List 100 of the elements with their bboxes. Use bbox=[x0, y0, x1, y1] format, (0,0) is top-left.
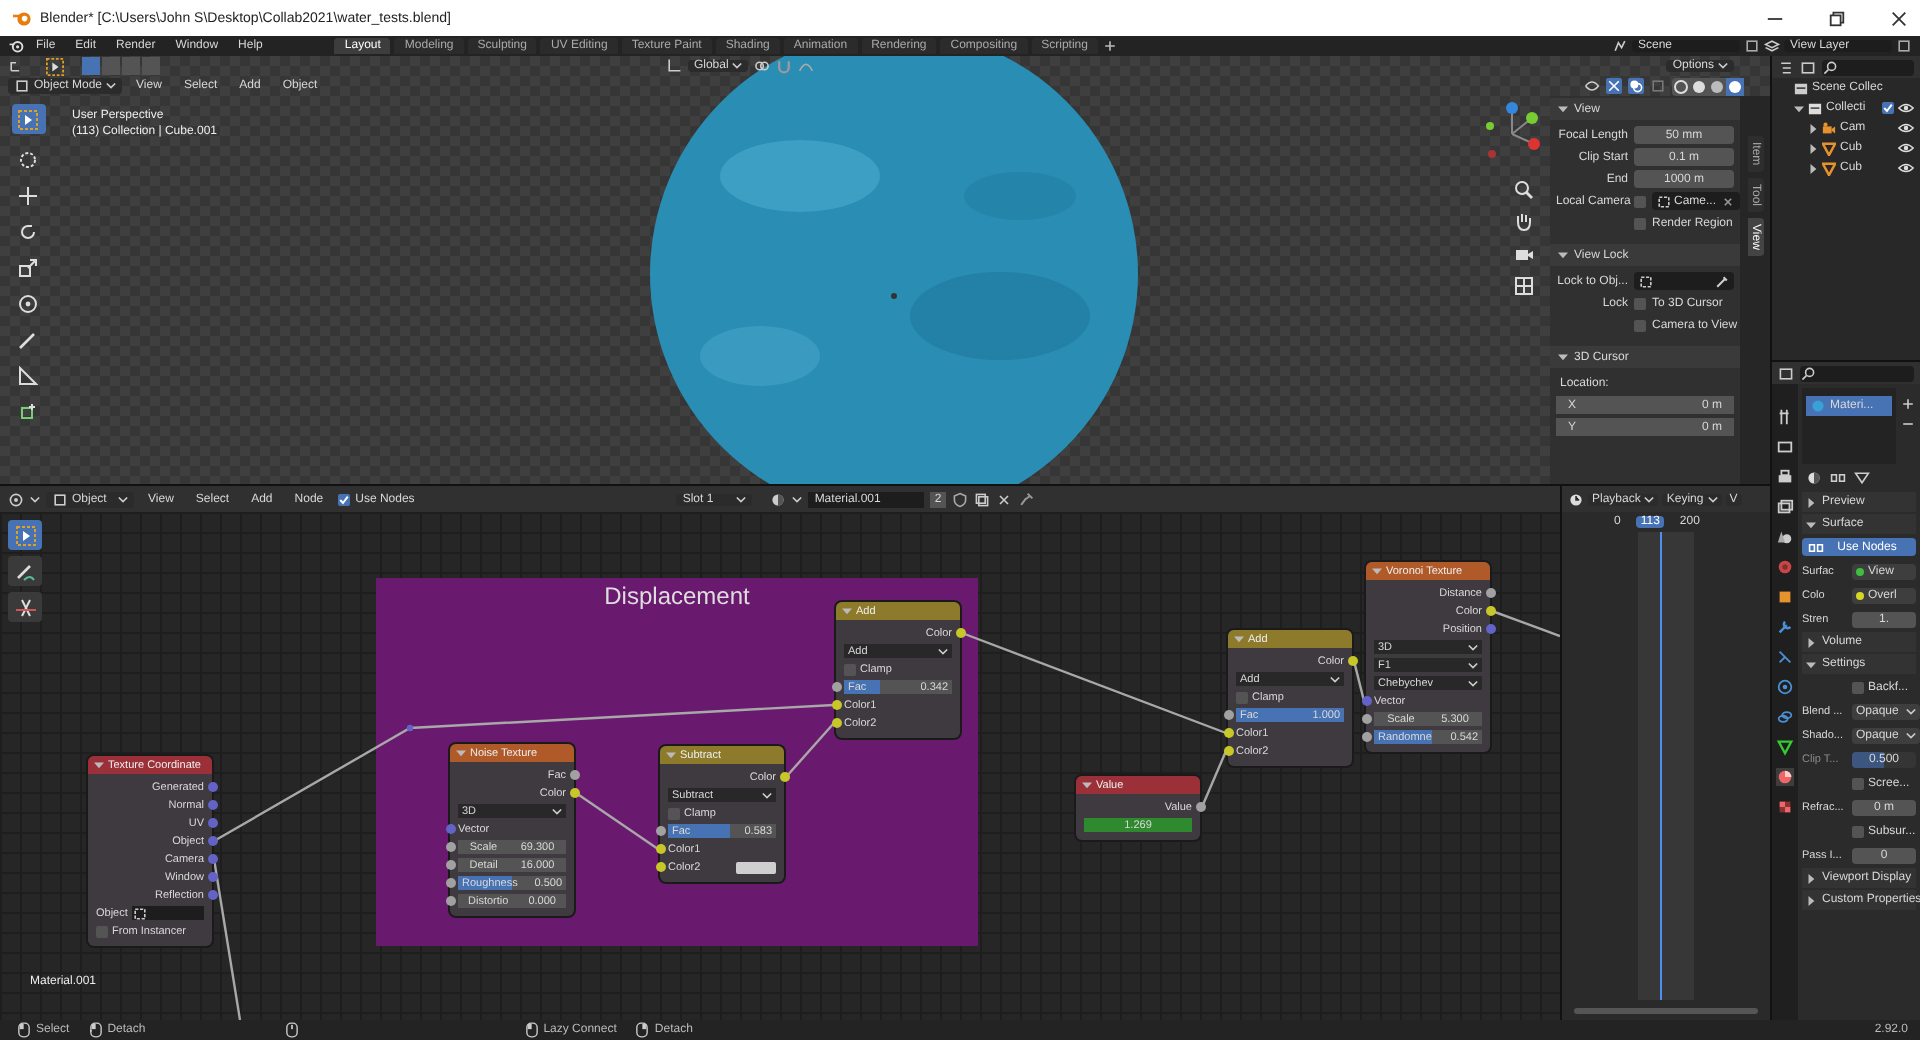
eye-icon[interactable] bbox=[1898, 102, 1914, 114]
cone-sphere-icon[interactable] bbox=[1776, 528, 1794, 546]
node-socket[interactable] bbox=[207, 836, 217, 846]
object-field[interactable] bbox=[1634, 272, 1734, 290]
scrollbar[interactable] bbox=[1574, 1008, 1758, 1014]
square-icon[interactable] bbox=[1776, 588, 1794, 606]
camera-icon[interactable] bbox=[1514, 244, 1534, 264]
select-box-tool[interactable] bbox=[8, 520, 42, 550]
clock-icon[interactable] bbox=[1568, 491, 1584, 507]
disclosure-triangle-icon[interactable] bbox=[1808, 143, 1818, 153]
node-socket[interactable] bbox=[655, 862, 665, 872]
checkbox[interactable] bbox=[668, 807, 680, 819]
checkbox[interactable] bbox=[1882, 102, 1894, 114]
rotate-tool-icon[interactable] bbox=[18, 222, 38, 242]
app-logo-icon[interactable] bbox=[8, 38, 24, 54]
node-socket[interactable] bbox=[207, 818, 217, 828]
move-tool-icon[interactable] bbox=[18, 186, 38, 206]
checkbox[interactable] bbox=[1852, 681, 1864, 693]
checkbox[interactable] bbox=[1634, 297, 1646, 309]
disclosure-triangle-icon[interactable] bbox=[1808, 123, 1818, 133]
images-icon[interactable] bbox=[1776, 498, 1794, 516]
visibility-icon[interactable] bbox=[1584, 78, 1600, 94]
nodes-icon[interactable] bbox=[1830, 470, 1846, 486]
layers-icon[interactable] bbox=[1764, 38, 1780, 54]
material-sphere-icon[interactable] bbox=[1776, 768, 1794, 786]
annotate-tool-icon[interactable] bbox=[18, 330, 38, 350]
node-socket[interactable] bbox=[655, 844, 665, 854]
gizmo-toggle-icon[interactable] bbox=[1606, 78, 1622, 94]
disclosure-triangle-icon[interactable] bbox=[94, 760, 104, 770]
select-tool-icon[interactable] bbox=[46, 57, 64, 75]
eyedropper-icon[interactable] bbox=[1714, 273, 1730, 289]
node-socket[interactable] bbox=[1485, 606, 1495, 616]
checkbox[interactable] bbox=[1634, 319, 1646, 331]
node-socket[interactable] bbox=[831, 718, 841, 728]
search-field[interactable] bbox=[1800, 365, 1914, 381]
checkbox[interactable] bbox=[1852, 777, 1864, 789]
node-socket[interactable] bbox=[207, 854, 217, 864]
node-socket[interactable] bbox=[1223, 746, 1233, 756]
zoom-icon[interactable] bbox=[1514, 180, 1534, 200]
node-socket[interactable] bbox=[1195, 802, 1205, 812]
annotate-tool[interactable] bbox=[8, 556, 42, 586]
add-icon[interactable] bbox=[1900, 396, 1916, 412]
tool-icon[interactable] bbox=[1776, 408, 1794, 426]
disclosure-triangle-icon[interactable] bbox=[1806, 659, 1816, 669]
particles-icon[interactable] bbox=[1776, 648, 1794, 666]
checkbox[interactable] bbox=[1852, 825, 1864, 837]
node-socket[interactable] bbox=[1347, 656, 1357, 666]
node-socket[interactable] bbox=[779, 772, 789, 782]
disclosure-triangle-icon[interactable] bbox=[1794, 103, 1804, 113]
disclosure-triangle-icon[interactable] bbox=[1806, 519, 1816, 529]
node-socket[interactable] bbox=[569, 788, 579, 798]
node-socket[interactable] bbox=[1361, 696, 1371, 706]
node-socket[interactable] bbox=[1485, 624, 1495, 634]
node-socket[interactable] bbox=[655, 826, 665, 836]
disclosure-triangle-icon[interactable] bbox=[1806, 637, 1816, 647]
node-socket[interactable] bbox=[207, 890, 217, 900]
pin-icon[interactable] bbox=[1017, 491, 1034, 507]
shading-mode-buttons[interactable] bbox=[1672, 77, 1744, 95]
editor-type-icon[interactable] bbox=[8, 491, 24, 507]
checkbox[interactable] bbox=[844, 663, 856, 675]
sphere-icon[interactable] bbox=[1806, 470, 1822, 486]
node-socket[interactable] bbox=[445, 878, 455, 888]
node-socket[interactable] bbox=[831, 682, 841, 692]
disclosure-triangle-icon[interactable] bbox=[1806, 895, 1816, 905]
funnel-icon[interactable] bbox=[1854, 470, 1870, 486]
add-icon[interactable] bbox=[1101, 38, 1118, 54]
overlay-toggle-icon[interactable] bbox=[1628, 78, 1644, 94]
node-socket[interactable] bbox=[445, 842, 455, 852]
xray-icon[interactable] bbox=[1650, 78, 1666, 94]
link-icon[interactable] bbox=[754, 58, 771, 74]
list-icon[interactable] bbox=[1778, 59, 1794, 75]
camera-back-icon[interactable] bbox=[1776, 438, 1794, 456]
object-field[interactable] bbox=[131, 906, 204, 920]
reroute-dot[interactable] bbox=[406, 724, 414, 732]
editor-type-icon[interactable] bbox=[1778, 365, 1794, 381]
search-field[interactable] bbox=[1822, 59, 1914, 75]
copy-icon[interactable] bbox=[1744, 38, 1760, 54]
node-socket[interactable] bbox=[1485, 588, 1495, 598]
node-socket[interactable] bbox=[1361, 714, 1371, 724]
node-socket[interactable] bbox=[1223, 728, 1233, 738]
copy-icon[interactable] bbox=[973, 491, 990, 507]
grid-icon[interactable] bbox=[1514, 276, 1534, 296]
measure-tool-icon[interactable] bbox=[18, 366, 38, 386]
color-swatch[interactable] bbox=[736, 861, 776, 873]
node-socket[interactable] bbox=[569, 770, 579, 780]
shield-icon[interactable] bbox=[951, 491, 968, 507]
select-box-tool[interactable] bbox=[11, 104, 45, 134]
checkbox[interactable] bbox=[337, 493, 350, 505]
checkbox[interactable] bbox=[1236, 691, 1248, 703]
eye-icon[interactable] bbox=[1898, 122, 1914, 134]
restore-icon[interactable] bbox=[1828, 9, 1846, 27]
copy-icon[interactable] bbox=[1896, 38, 1912, 54]
checkbox[interactable] bbox=[1634, 195, 1646, 207]
wrench-icon[interactable] bbox=[1776, 618, 1794, 636]
node-socket[interactable] bbox=[831, 700, 841, 710]
disclosure-triangle-icon[interactable] bbox=[1558, 250, 1568, 260]
chain-icon[interactable] bbox=[1776, 708, 1794, 726]
node-socket[interactable] bbox=[207, 872, 217, 882]
disclosure-triangle-icon[interactable] bbox=[1806, 873, 1816, 883]
orbit-icon[interactable] bbox=[1776, 678, 1794, 696]
